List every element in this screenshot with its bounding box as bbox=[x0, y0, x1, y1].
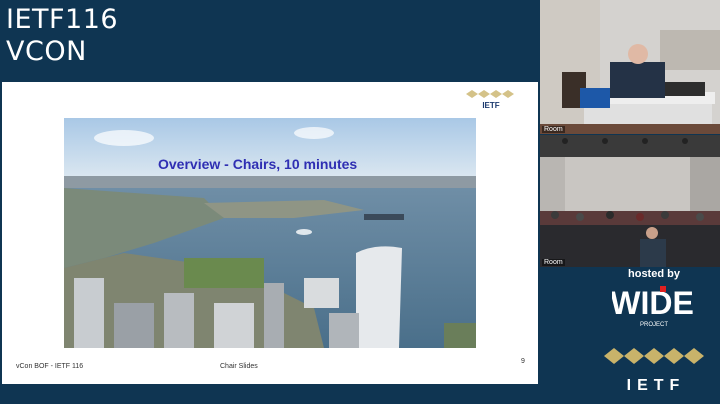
slide-footer-left: vCon BOF - IETF 116 bbox=[16, 363, 84, 370]
yokohama-skyline-photo bbox=[64, 118, 476, 348]
presentation-slide: IETF Overview - Chairs, 10 minutes vCon … bbox=[2, 82, 538, 384]
camera-feed-presenter: Room bbox=[540, 0, 720, 134]
camera-label-room-2: Room bbox=[542, 259, 565, 266]
wide-logo-text: WIDE bbox=[612, 285, 694, 321]
slide-footer-center: Chair Slides bbox=[220, 363, 258, 370]
wide-logo-red-mark bbox=[660, 286, 666, 292]
session-title-line1: IETF116 bbox=[6, 4, 119, 35]
session-title-line2: VCON bbox=[6, 36, 87, 67]
camera-feed-room: Room bbox=[540, 135, 720, 267]
wide-logo-subtitle: PROJECT bbox=[640, 322, 668, 328]
ietf-logo: IETF bbox=[466, 90, 514, 110]
session-title: IETF116 VCON bbox=[6, 4, 118, 68]
hosted-by-label: hosted by bbox=[628, 268, 680, 280]
slide-heading: Overview - Chairs, 10 minutes bbox=[158, 156, 358, 172]
ietf-logo-text: IETF bbox=[482, 101, 499, 110]
camera-label-room: Room bbox=[542, 126, 565, 133]
ietf-bottom-logo-text: IETF bbox=[627, 377, 686, 394]
ietf-bottom-logo: IETF bbox=[604, 348, 704, 394]
wide-project-logo: WIDE PROJECT bbox=[612, 285, 694, 328]
slide-page-number: 9 bbox=[521, 358, 525, 365]
